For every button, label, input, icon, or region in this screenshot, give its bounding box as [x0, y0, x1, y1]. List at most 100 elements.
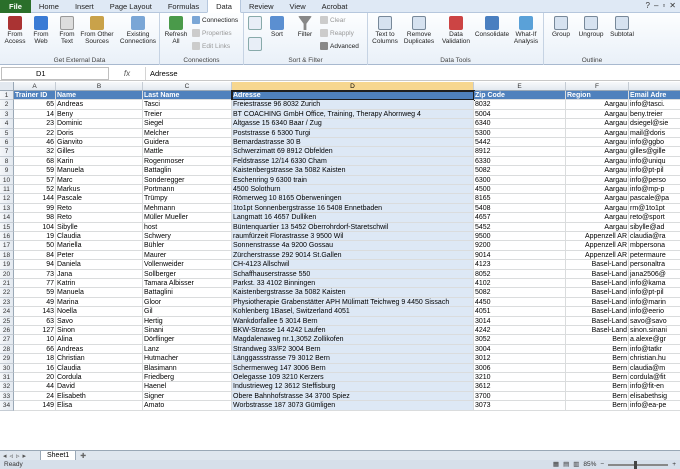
minimize-icon[interactable]: – [654, 1, 658, 10]
row-header[interactable]: 24 [0, 307, 14, 317]
cell[interactable]: Kaistenbergstrasse 3a 5082 Kaisten [232, 288, 474, 298]
cell[interactable]: info@marin [629, 298, 680, 308]
row-header[interactable]: 8 [0, 156, 14, 167]
remove-duplicates-button[interactable]: Remove Duplicates [402, 16, 436, 45]
cell[interactable]: 143 [14, 307, 56, 317]
cell[interactable]: Altgasse 15 6340 Baar / Zug [232, 119, 474, 129]
cell[interactable]: 127 [14, 326, 56, 336]
name-box[interactable]: D1 [1, 66, 109, 80]
cell[interactable]: Christian [56, 354, 143, 364]
cell[interactable]: 84 [14, 250, 56, 261]
row-header[interactable]: 6 [0, 138, 14, 148]
cell[interactable]: Alina [56, 335, 143, 345]
cell[interactable]: Battaglin [143, 166, 232, 176]
cell[interactable]: 4102 [474, 279, 566, 289]
cell[interactable]: cordula@fit [629, 373, 680, 383]
cell[interactable]: Andreas [56, 344, 143, 355]
tab-review[interactable]: Review [241, 0, 282, 13]
column-header[interactable]: D [232, 82, 474, 91]
cell[interactable]: Basel-Land [566, 279, 629, 289]
cell[interactable]: 1to1pt Sonnenbergstrasse 16 5408 Ennetba… [232, 203, 474, 214]
cell[interactable]: Sonderegger [143, 175, 232, 185]
cell[interactable]: info@eerio [629, 307, 680, 317]
cell[interactable]: Appenzell AR [566, 241, 629, 251]
cell[interactable]: Basel-Land [566, 260, 629, 270]
cell[interactable]: claudia@ra [629, 232, 680, 242]
cell[interactable]: Appenzell AR [566, 232, 629, 242]
cell[interactable]: 3006 [474, 363, 566, 373]
cell[interactable]: Aargau [566, 138, 629, 148]
cell[interactable]: Claudia [56, 363, 143, 373]
cell[interactable]: Strandweg 33/F2 3004 Bern [232, 344, 474, 355]
cell[interactable]: Mehmann [143, 203, 232, 214]
cell[interactable]: Siegel [143, 119, 232, 129]
cell[interactable]: 94 [14, 260, 56, 270]
cell[interactable]: Amato [143, 401, 232, 411]
row-header[interactable]: 23 [0, 297, 14, 308]
cell[interactable]: Basel-Land [566, 326, 629, 336]
normal-view-icon[interactable]: ▦ [553, 460, 559, 469]
edit-links-button[interactable]: Edit Links [192, 42, 230, 50]
cell[interactable]: 66 [14, 344, 56, 355]
restore-icon[interactable]: ▫ [662, 1, 665, 10]
cell[interactable]: personaltra [629, 260, 680, 270]
cell[interactable]: 4242 [474, 326, 566, 336]
header-cell[interactable]: Zip Code [474, 91, 566, 101]
row-header[interactable]: 2 [0, 100, 14, 110]
row-header[interactable]: 31 [0, 373, 14, 383]
cell[interactable]: Sibylle [56, 222, 143, 232]
cell[interactable]: Basel-Land [566, 316, 629, 326]
zoom-slider[interactable] [608, 460, 669, 469]
cell[interactable]: Oelegasse 109 3210 Kerzers [232, 373, 474, 383]
cell[interactable]: 24 [14, 391, 56, 402]
row-header[interactable]: 25 [0, 316, 14, 326]
tab-file[interactable]: File [0, 0, 31, 13]
cell[interactable]: Beny [56, 109, 143, 120]
cell[interactable]: Römerweg 10 8165 Oberweningen [232, 194, 474, 204]
cell[interactable]: Aargau [566, 100, 629, 110]
cell[interactable]: 59 [14, 288, 56, 298]
advanced-button[interactable]: Advanced [320, 42, 359, 50]
cell[interactable]: 9200 [474, 241, 566, 251]
sort-az-button[interactable] [246, 16, 264, 31]
cell[interactable]: 3012 [474, 354, 566, 364]
cell[interactable]: Lanz [143, 344, 232, 355]
cell[interactable]: Aargau [566, 119, 629, 129]
cell[interactable]: 3052 [474, 335, 566, 345]
cell[interactable]: 6300 [474, 175, 566, 185]
cell[interactable]: Rogenmoser [143, 156, 232, 167]
cell[interactable]: Dörflinger [143, 335, 232, 345]
cell[interactable]: Poststrasse 6 5300 Turgi [232, 128, 474, 138]
cell[interactable]: dsiegel@sie [629, 119, 680, 129]
cell[interactable]: Marc [56, 175, 143, 185]
cell[interactable]: Haenel [143, 382, 232, 392]
cell[interactable]: Portmann [143, 185, 232, 195]
cell[interactable]: David [56, 382, 143, 392]
cell[interactable]: 3210 [474, 373, 566, 383]
tab-acrobat[interactable]: Acrobat [314, 0, 356, 13]
row-header[interactable]: 9 [0, 166, 14, 176]
cell[interactable]: 4500 Solothurn [232, 185, 474, 195]
row-header[interactable]: 11 [0, 185, 14, 195]
connections-button[interactable]: Connections [192, 16, 238, 24]
cell[interactable]: Treier [143, 109, 232, 120]
header-cell[interactable]: Email Adre [629, 91, 680, 101]
cell[interactable]: Schwerzimatt 69 8912 Obfelden [232, 147, 474, 157]
cell[interactable]: 57 [14, 175, 56, 185]
cell[interactable]: 18 [14, 354, 56, 364]
cell[interactable]: Cordula [56, 373, 143, 383]
what-if-analysis-button[interactable]: What-If Analysis [510, 16, 542, 45]
from-text-button[interactable]: From Text [55, 16, 79, 45]
cell[interactable]: raumfürzeit Florastrasse 3 9500 Wil [232, 232, 474, 242]
row-header[interactable]: 13 [0, 203, 14, 214]
cell[interactable]: Marina [56, 297, 143, 308]
cell[interactable]: 5442 [474, 138, 566, 148]
cell[interactable]: Vollenweider [143, 260, 232, 270]
cell[interactable]: beny.treier [629, 110, 680, 120]
cell[interactable]: 5082 [474, 288, 566, 298]
cell[interactable]: 68 [14, 156, 56, 167]
cell[interactable]: Reto [56, 203, 143, 214]
cell[interactable]: BT COACHING GmbH Office, Training, Thera… [232, 109, 474, 120]
cell[interactable]: gilles@gille [629, 147, 680, 157]
cell[interactable]: 73 [14, 269, 56, 279]
